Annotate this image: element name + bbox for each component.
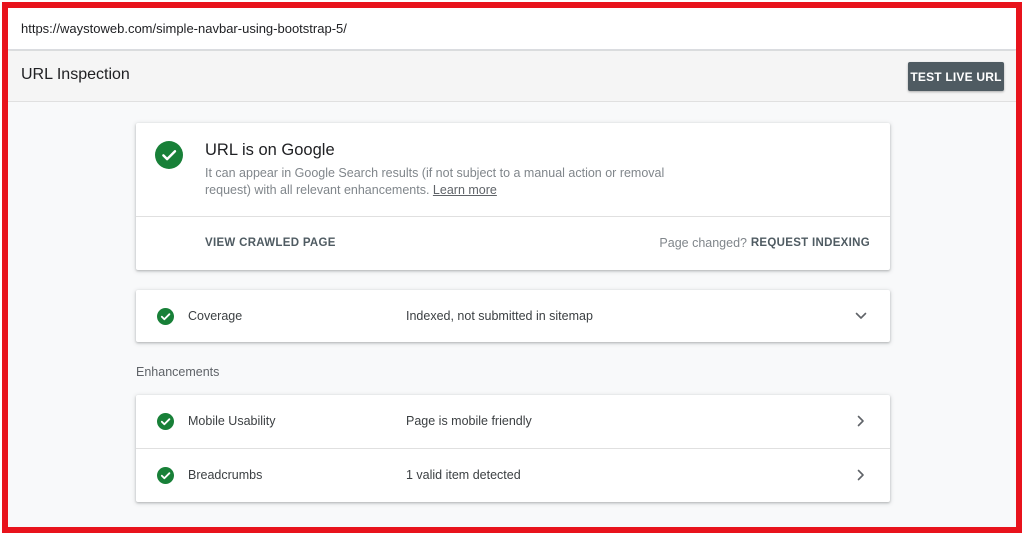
enhancement-value: 1 valid item detected — [406, 468, 521, 482]
chevron-down-icon[interactable] — [854, 309, 868, 323]
check-circle-icon — [157, 413, 174, 430]
enhancements-card: Mobile Usability Page is mobile friendly… — [136, 395, 890, 502]
chevron-right-icon[interactable] — [854, 414, 868, 428]
view-crawled-page-button[interactable]: VIEW CRAWLED PAGE — [205, 237, 336, 249]
enhancements-heading: Enhancements — [136, 365, 220, 379]
check-circle-icon — [157, 467, 174, 484]
test-live-url-button[interactable]: TEST LIVE URL — [908, 62, 1004, 91]
check-circle-icon — [155, 141, 183, 169]
screenshot-frame: https://waystoweb.com/simple-navbar-usin… — [2, 2, 1022, 533]
enhancement-value: Page is mobile friendly — [406, 414, 532, 428]
learn-more-link[interactable]: Learn more — [433, 183, 497, 197]
check-circle-icon — [157, 308, 174, 325]
list-item-breadcrumbs[interactable]: Breadcrumbs 1 valid item detected — [136, 448, 890, 501]
page-header: URL Inspection TEST LIVE URL — [8, 51, 1016, 102]
coverage-value: Indexed, not submitted in sitemap — [406, 309, 593, 323]
list-item[interactable]: Coverage Indexed, not submitted in sitem… — [136, 290, 890, 343]
list-item-mobile-usability[interactable]: Mobile Usability Page is mobile friendly — [136, 395, 890, 448]
page-title: URL Inspection — [21, 66, 130, 83]
enhancement-label: Mobile Usability — [188, 414, 276, 428]
enhancement-label: Breadcrumbs — [188, 468, 263, 482]
chevron-right-icon[interactable] — [854, 468, 868, 482]
status-title: URL is on Google — [205, 141, 335, 159]
coverage-label: Coverage — [188, 309, 243, 323]
page-changed-text: Page changed? — [659, 236, 747, 250]
coverage-row[interactable]: Coverage Indexed, not submitted in sitem… — [136, 290, 890, 342]
inspected-url[interactable]: https://waystoweb.com/simple-navbar-usin… — [21, 21, 347, 36]
card-divider — [136, 216, 890, 217]
status-description: It can appear in Google Search results (… — [205, 165, 675, 198]
index-status-card: URL is on Google It can appear in Google… — [136, 123, 890, 270]
request-indexing-button[interactable]: REQUEST INDEXING — [751, 237, 870, 249]
url-bar[interactable]: https://waystoweb.com/simple-navbar-usin… — [8, 8, 1016, 50]
